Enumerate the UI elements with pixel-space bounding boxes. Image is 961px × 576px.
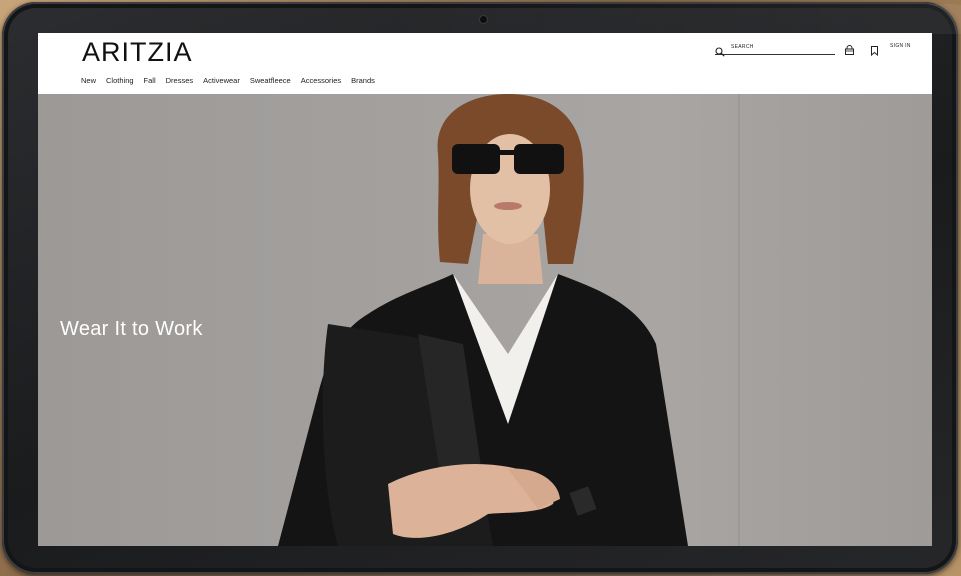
tablet-frame: ARITZIA New Clothing Fall Dresses Active… [2,2,961,574]
nav-item-new[interactable]: New [81,76,96,85]
search-placeholder: SEARCH [731,43,754,50]
nav-item-dresses[interactable]: Dresses [166,76,194,85]
site-header: ARITZIA New Clothing Fall Dresses Active… [38,33,932,94]
main-nav: New Clothing Fall Dresses Activewear Swe… [81,76,375,85]
nav-item-fall[interactable]: Fall [144,76,156,85]
hero-caption[interactable]: Wear It to Work [60,318,203,341]
bag-icon[interactable] [844,41,855,55]
hero-banner[interactable]: Wear It to Work [38,94,932,546]
search-field[interactable]: SEARCH [715,39,835,57]
brand-logo[interactable]: ARITZIA [82,37,193,68]
bookmark-icon[interactable] [869,41,880,57]
nav-item-accessories[interactable]: Accessories [301,76,341,85]
nav-item-sweatfleece[interactable]: Sweatfleece [250,76,291,85]
sign-in-link[interactable]: SIGN IN [890,43,911,49]
browser-screen: ARITZIA New Clothing Fall Dresses Active… [38,33,932,546]
nav-item-activewear[interactable]: Activewear [203,76,240,85]
front-camera [480,16,487,23]
nav-item-brands[interactable]: Brands [351,76,375,85]
tablet-glare [382,4,961,34]
nav-item-clothing[interactable]: Clothing [106,76,134,85]
search-icon[interactable] [715,42,725,57]
